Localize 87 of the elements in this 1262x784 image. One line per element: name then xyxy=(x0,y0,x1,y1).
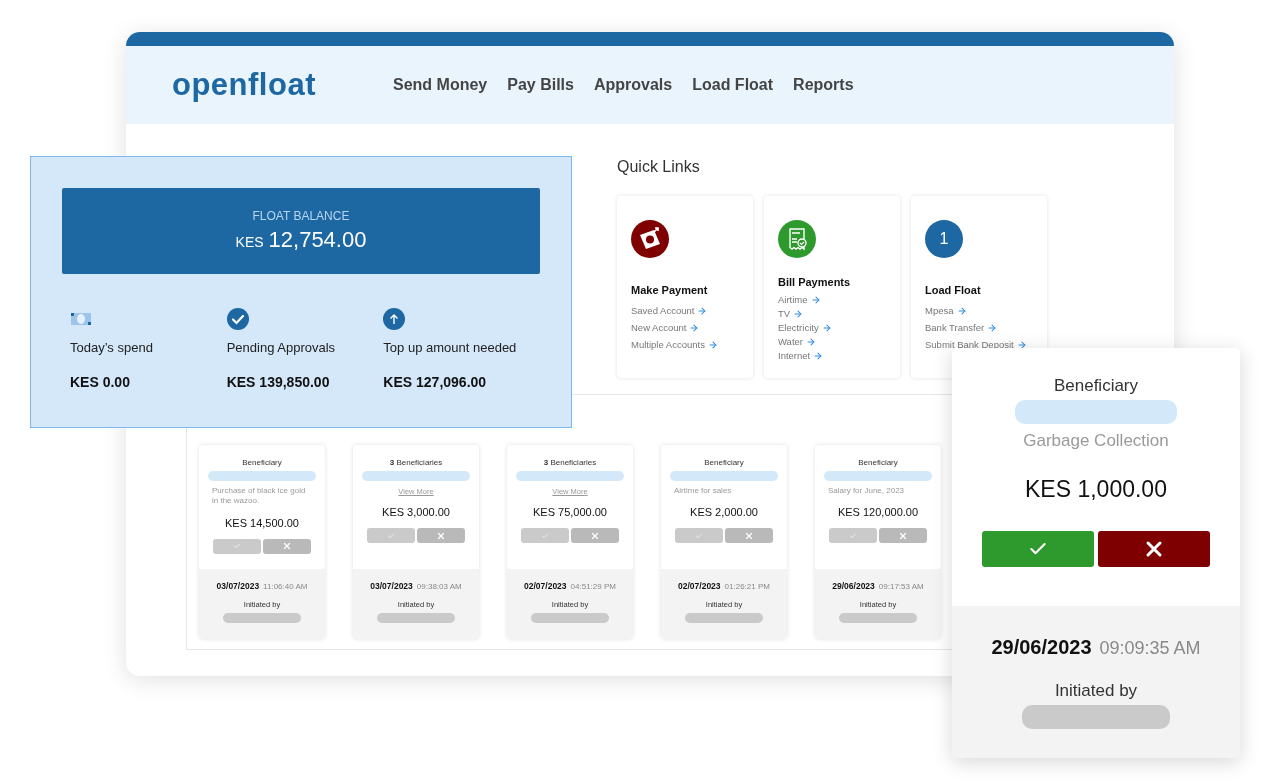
payment-amount: KES 120,000.00 xyxy=(837,506,919,519)
quick-link[interactable]: Electricity xyxy=(778,322,900,333)
quick-link[interactable]: Saved Account xyxy=(631,305,753,316)
approve-button[interactable] xyxy=(982,531,1094,568)
nav-link[interactable]: Reports xyxy=(793,76,854,94)
check-icon xyxy=(695,531,703,540)
payment-description: Airtime for sales xyxy=(674,486,733,497)
arrow-right-icon xyxy=(697,305,708,316)
stat-label: Top up amount needed xyxy=(383,340,518,355)
stat-value: KES 139,850.00 xyxy=(226,374,331,390)
quick-link[interactable]: Bank Transfer xyxy=(925,322,1047,333)
stat-value: KES 127,096.00 xyxy=(383,374,488,390)
beneficiary-label: 3 Beneficiaries xyxy=(543,458,597,467)
quick-link-title: Bill Payments xyxy=(778,276,852,288)
arrow-right-icon xyxy=(987,322,998,333)
check-icon xyxy=(849,531,857,540)
approval-date: 03/07/2023 xyxy=(370,581,413,591)
approval-time: 09:17:53 AM xyxy=(878,582,924,591)
approval-time: 04:51:29 PM xyxy=(570,582,616,591)
quick-link-title: Load Float xyxy=(925,284,982,296)
close-icon xyxy=(744,530,754,541)
step-number-badge: 1 xyxy=(925,220,963,258)
payment-amount: KES 14,500.00 xyxy=(225,516,299,529)
close-icon xyxy=(898,530,908,541)
float-balance-label: FLOAT BALANCE xyxy=(252,209,350,223)
approval-time: 11:06:40 AM xyxy=(263,582,308,591)
beneficiary-label: 3 Beneficiaries xyxy=(389,458,443,467)
arrow-right-icon xyxy=(1016,339,1027,350)
quick-link-title: Make Payment xyxy=(631,284,709,296)
beneficiary-label: Beneficiary xyxy=(704,458,744,467)
arrow-right-icon xyxy=(956,305,967,316)
payment-amount: KES 2,000.00 xyxy=(690,506,758,519)
quick-link[interactable]: Airtime xyxy=(778,294,900,305)
approval-date: 29/06/2023 xyxy=(832,581,875,591)
check-icon xyxy=(233,542,241,551)
approval-date: 02/07/2023 xyxy=(524,581,567,591)
arrow-right-icon xyxy=(689,322,700,333)
close-icon xyxy=(282,541,292,552)
approval-date: 29/06/2023 xyxy=(991,636,1092,659)
arrow-right-icon xyxy=(813,350,824,361)
beneficiary-label: Beneficiary xyxy=(242,458,282,467)
close-icon xyxy=(436,530,446,541)
money-transfer-icon xyxy=(631,220,669,258)
payment-amount: KES 3,000.00 xyxy=(382,506,450,518)
stat-label: Today’s spend xyxy=(70,340,154,355)
arrow-right-icon xyxy=(810,294,821,305)
approval-time: 01:26:21 PM xyxy=(724,582,770,591)
nav-link[interactable]: Send Money xyxy=(393,76,488,94)
payment-description: Purchase of black ice gold in the wazoo. xyxy=(212,486,307,507)
arrow-right-icon xyxy=(707,339,718,350)
nav-link[interactable]: Pay Bills xyxy=(507,76,574,94)
payment-description: Salary for June, 2023 xyxy=(828,486,906,497)
check-icon xyxy=(387,531,395,540)
quick-link[interactable]: TV xyxy=(778,308,900,319)
close-icon xyxy=(590,530,600,541)
beneficiary-label: Beneficiary xyxy=(1053,376,1139,396)
quick-link[interactable]: New Account xyxy=(631,322,753,333)
stat-value: KES 0.00 xyxy=(70,374,131,390)
reject-button[interactable] xyxy=(1098,531,1210,568)
payment-amount: KES 75,000.00 xyxy=(533,506,607,518)
payment-amount: KES 1,000.00 xyxy=(1025,476,1167,504)
currency-code: KES xyxy=(235,234,264,250)
approval-date: 03/07/2023 xyxy=(216,581,260,591)
logo[interactable]: openfloat xyxy=(172,67,316,103)
arrow-right-icon xyxy=(806,336,816,347)
nav-link[interactable]: Load Float xyxy=(692,76,774,94)
check-icon xyxy=(541,531,549,540)
section-title: Quick Links xyxy=(617,158,701,176)
quick-link[interactable]: Internet xyxy=(778,350,900,361)
nav-link[interactable]: Approvals xyxy=(593,76,673,94)
stat-label: Pending Approvals xyxy=(226,340,337,355)
quick-link[interactable]: Submit Bank Deposit xyxy=(925,339,1047,350)
quick-link[interactable]: Mpesa xyxy=(925,305,1047,316)
approval-time: 09:09:35 AM xyxy=(1099,638,1201,659)
balance-amount: 12,754.00 xyxy=(268,227,367,253)
approval-date: 02/07/2023 xyxy=(678,581,721,591)
approval-time: 09:38:03 AM xyxy=(416,582,462,591)
quick-link[interactable]: Multiple Accounts xyxy=(631,339,753,350)
check-circle-icon xyxy=(226,308,249,330)
payment-description: Garbage Collection xyxy=(1023,430,1169,452)
initiated-by-label: Initiated by xyxy=(1054,681,1138,701)
quick-link[interactable]: Water xyxy=(778,336,900,347)
bill-receipt-icon xyxy=(778,220,816,258)
arrow-right-icon xyxy=(793,308,804,319)
arrow-right-icon xyxy=(821,322,832,333)
arrow-up-circle-icon xyxy=(383,308,406,330)
beneficiary-label: Beneficiary xyxy=(858,458,898,467)
